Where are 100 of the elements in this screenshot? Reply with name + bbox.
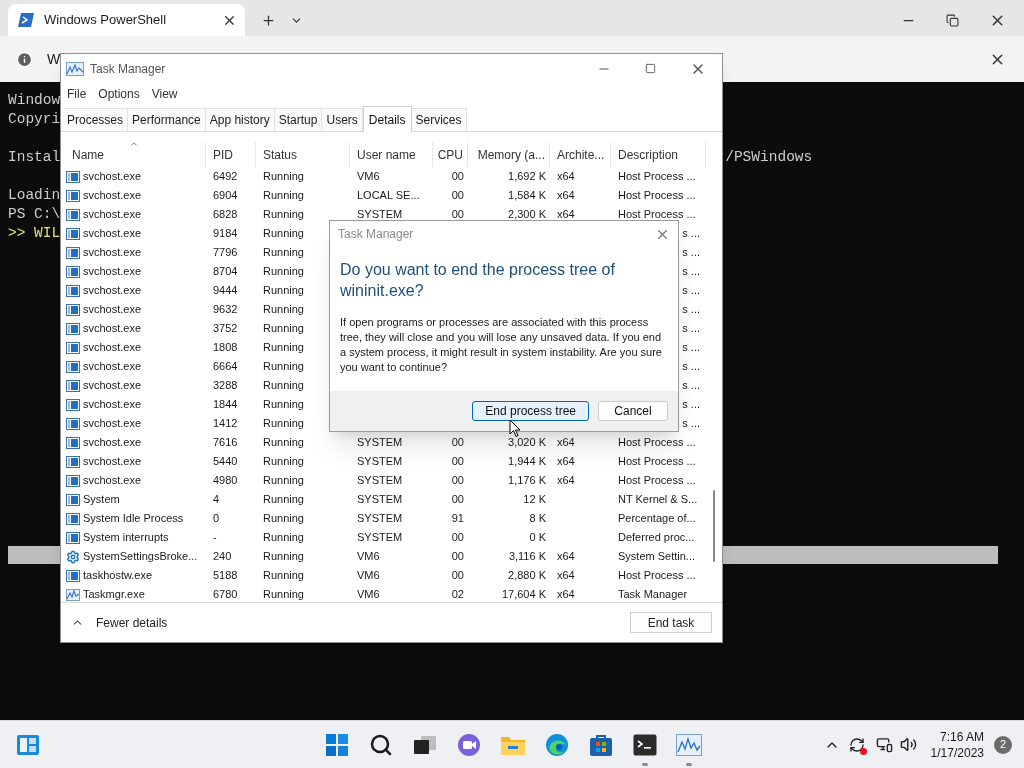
table-cell-text: Running	[263, 226, 304, 242]
table-cell-text: 3288	[213, 378, 238, 394]
table-cell-text: SYSTEM	[357, 207, 403, 223]
table-cell-text: svchost.exe	[83, 321, 142, 337]
table-cell-text: Host Process ...	[618, 454, 696, 470]
table-cell-text: Taskmgr.exe	[83, 587, 145, 602]
terminal-line: >> WIL	[8, 224, 61, 243]
table-cell-text: Running	[263, 188, 304, 204]
info-text: W	[47, 49, 61, 69]
table-cell-text: System Settin...	[618, 549, 696, 565]
table-cell-text: Deferred proc...	[618, 530, 695, 546]
table-cell-text: Running	[263, 492, 304, 508]
table-cell-text: Running	[263, 587, 304, 602]
table-cell-text: x64	[557, 207, 575, 223]
table-cell-text: 4980	[213, 473, 238, 489]
table-cell-text: Task Manager	[618, 587, 688, 602]
table-cell-text: SYSTEM	[357, 454, 403, 470]
table-cell-text: 1,692 K	[508, 169, 546, 185]
table-cell-text: 240	[213, 549, 232, 565]
table-cell-text: 00	[451, 473, 464, 489]
table-cell-text: 00	[451, 435, 464, 451]
table-cell-text: SYSTEM	[357, 492, 403, 508]
table-cell-text: 00	[451, 549, 464, 565]
table-cell-text: svchost.exe	[83, 416, 142, 432]
table-cell-text: svchost.exe	[83, 264, 142, 280]
table-cell-text: 6492	[213, 169, 238, 185]
table-cell-text: Percentage of...	[618, 511, 696, 527]
table-cell-text: Running	[263, 359, 304, 375]
table-cell-text: LOCAL SE...	[357, 188, 420, 204]
table-cell-text: x64	[557, 587, 575, 602]
table-cell-text: 8 K	[529, 511, 546, 527]
table-cell-text: Running	[263, 245, 304, 261]
table-cell-text: 00	[451, 492, 464, 508]
table-cell-text: 8704	[213, 264, 238, 280]
table-cell-text: svchost.exe	[83, 435, 142, 451]
table-cell-text: svchost.exe	[83, 226, 142, 242]
table-cell-text: NT Kernel & S...	[618, 492, 698, 508]
table-cell-text: VM6	[357, 587, 380, 602]
table-cell-text: 2,300 K	[508, 207, 546, 223]
table-cell-text: Running	[263, 321, 304, 337]
table-cell-text: Running	[263, 207, 304, 223]
table-cell-text: svchost.exe	[83, 340, 142, 356]
table-cell-text: x64	[557, 473, 575, 489]
table-cell-text: x64	[557, 169, 575, 185]
table-cell-text: 00	[451, 169, 464, 185]
table-cell-text: Running	[263, 435, 304, 451]
table-cell-text: s ...	[682, 283, 700, 299]
table-cell-text: Running	[263, 397, 304, 413]
table-cell-text: x64	[557, 435, 575, 451]
table-cell-text: 3,020 K	[508, 435, 546, 451]
table-cell-text: SYSTEM	[357, 511, 403, 527]
table-cell-text: Host Process ...	[618, 473, 696, 489]
table-cell-text: VM6	[357, 549, 380, 565]
table-cell-text: x64	[557, 454, 575, 470]
table-cell-text: s ...	[682, 226, 700, 242]
table-cell-text: s ...	[682, 340, 700, 356]
table-cell-text: 00	[451, 568, 464, 584]
table-cell-text: s ...	[682, 321, 700, 337]
dialog-heading: Do you want to end the process tree of wininit.exe?	[340, 260, 616, 301]
table-cell-text: VM6	[357, 568, 380, 584]
window-title: Task Manager	[90, 60, 166, 78]
dialog-title: Task Manager	[338, 226, 414, 243]
terminal-line: Window	[8, 91, 61, 110]
terminal-line: Loadin	[8, 186, 61, 205]
table-cell-text: SYSTEM	[357, 473, 403, 489]
terminal-line: Copyri	[8, 110, 61, 129]
terminal-line: PS C:\	[8, 205, 61, 224]
table-cell-text: Running	[263, 416, 304, 432]
table-cell-text: 91	[451, 511, 464, 527]
table-cell-text: svchost.exe	[83, 283, 142, 299]
table-cell-text: VM6	[357, 169, 380, 185]
table-cell-text: 00	[451, 454, 464, 470]
table-cell-text: Host Process ...	[618, 169, 696, 185]
table-cell-text: s ...	[682, 264, 700, 280]
table-cell-text: Running	[263, 549, 304, 565]
terminal-line: Instal	[8, 148, 61, 167]
table-cell-text: 6664	[213, 359, 238, 375]
table-cell-text: 9184	[213, 226, 238, 242]
table-cell-text: 1412	[213, 416, 238, 432]
table-cell-text: s ...	[682, 302, 700, 318]
table-cell-text: x64	[557, 568, 575, 584]
table-cell-text: 5188	[213, 568, 238, 584]
table-cell-text: s ...	[682, 416, 700, 432]
table-cell-text: Running	[263, 283, 304, 299]
table-cell-text: svchost.exe	[83, 245, 142, 261]
table-cell-text: svchost.exe	[83, 169, 142, 185]
table-cell-text: -	[213, 530, 217, 546]
table-cell-text: s ...	[682, 397, 700, 413]
table-cell-text: s ...	[682, 378, 700, 394]
table-cell-text: System Idle Process	[83, 511, 184, 527]
table-cell-text: Running	[263, 302, 304, 318]
table-cell-text: svchost.exe	[83, 378, 142, 394]
table-cell-text: 00	[451, 530, 464, 546]
table-cell-text: s ...	[682, 245, 700, 261]
table-cell-text: 0 K	[529, 530, 546, 546]
table-cell-text: Host Process ...	[618, 207, 696, 223]
table-cell-text: SYSTEM	[357, 530, 403, 546]
table-cell-text: Running	[263, 340, 304, 356]
table-cell-text: svchost.exe	[83, 302, 142, 318]
table-cell-text: svchost.exe	[83, 359, 142, 375]
